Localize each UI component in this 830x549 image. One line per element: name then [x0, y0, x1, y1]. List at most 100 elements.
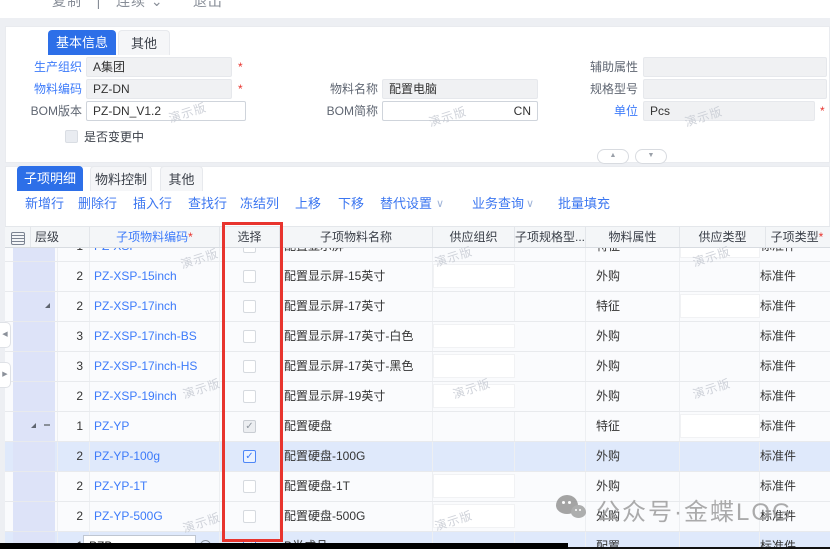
type-cell: 标准件	[760, 442, 828, 471]
collapse-down-button[interactable]: ▼	[635, 149, 667, 164]
material-code-input[interactable]: PZ-DN	[86, 79, 232, 99]
supply-cell	[680, 502, 760, 531]
supply-cell	[680, 352, 760, 381]
spec-model-input[interactable]	[643, 79, 827, 99]
attr-cell: 外购	[586, 472, 680, 501]
child-code-link[interactable]: PZ-YP	[90, 412, 220, 441]
change-checkbox[interactable]	[65, 130, 78, 143]
bom-short-input[interactable]: CN	[382, 101, 538, 121]
expander-icon[interactable]	[5, 412, 58, 441]
table-row[interactable]: 2 PZ-XSP-15inch 配置显示屏-15英寸 外购 标准件	[5, 262, 830, 292]
header-child-type[interactable]: 子项类型*	[766, 227, 828, 247]
expander-icon[interactable]	[5, 292, 58, 321]
expander-cell	[5, 262, 58, 291]
child-code-link[interactable]: PZ-YP-1T	[90, 472, 220, 501]
child-code-link[interactable]: PZ-XSP-19inch	[90, 382, 220, 411]
table-row[interactable]: 2 PZ-XSP-19inch 配置显示屏-19英寸 外购 标准件	[5, 382, 830, 412]
child-code-link[interactable]: PZ-YP-500G	[90, 502, 220, 531]
table-row[interactable]: 2 PZ-YP-1T 配置硬盘-1T 外购 标准件	[5, 472, 830, 502]
child-code-link[interactable]: PZ-XSP-17inch-HS	[90, 352, 220, 381]
child-code-link[interactable]: PZ-YP-100g	[90, 442, 220, 471]
row-checkbox[interactable]	[243, 270, 256, 283]
move-down-button[interactable]: 下移	[338, 194, 364, 214]
row-checkbox[interactable]	[243, 300, 256, 313]
aux-attr-input[interactable]	[643, 57, 827, 77]
table-row[interactable]: 1 PZ-YP 配置硬盘 特征 标准件	[5, 412, 830, 442]
tab-basic-info[interactable]: 基本信息	[48, 30, 116, 55]
row-checkbox[interactable]	[243, 390, 256, 403]
name-cell: 配置显示屏-19英寸	[280, 382, 433, 411]
header-child-name[interactable]: 子项物料名称	[280, 227, 433, 247]
org-cell	[433, 264, 515, 288]
child-code-link[interactable]: PZ-XSP-15inch	[90, 262, 220, 291]
org-cell	[433, 474, 515, 498]
header-supply-type[interactable]: 供应类型	[680, 227, 766, 247]
row-checkbox[interactable]	[243, 360, 256, 373]
expander-cell	[5, 352, 58, 381]
attr-cell: 外购	[586, 262, 680, 291]
expander-cell	[5, 472, 58, 501]
row-checkbox[interactable]	[243, 450, 256, 463]
tab-material-control[interactable]: 物料控制	[90, 166, 152, 191]
row-checkbox[interactable]	[243, 480, 256, 493]
table-row[interactable]: 2 PZ-YP-500G 配置硬盘-500G 外购 标准件	[5, 502, 830, 532]
expander-cell	[5, 442, 58, 471]
row-checkbox[interactable]	[243, 420, 256, 433]
chevron-down-icon[interactable]: ∨	[436, 194, 444, 214]
delete-row-button[interactable]: 删除行	[78, 194, 117, 214]
type-cell: 标准件	[760, 292, 828, 321]
level-cell: 3	[58, 352, 90, 381]
batch-fill-button[interactable]: 批量填充	[558, 194, 610, 214]
add-row-button[interactable]: 新增行	[25, 194, 64, 214]
header-child-code[interactable]: 子项物料编码*	[90, 227, 220, 247]
tab-other-bottom[interactable]: 其他	[160, 166, 203, 191]
row-checkbox[interactable]	[243, 510, 256, 523]
move-up-button[interactable]: 上移	[295, 194, 321, 214]
material-name-input[interactable]: 配置电脑	[382, 79, 538, 99]
child-code-link[interactable]: PZ-XSP-17inch	[90, 292, 220, 321]
bottom-bar	[0, 543, 568, 549]
attr-cell: 特征	[586, 292, 680, 321]
table-row[interactable]: 3 PZ-XSP-17inch-HS 配置显示屏-17英寸-黑色 外购 标准件	[5, 352, 830, 382]
table-row[interactable]: 2 PZ-XSP-17inch 配置显示屏-17英寸 特征 标准件	[5, 292, 830, 322]
level-cell: 2	[58, 262, 90, 291]
business-query-button[interactable]: 业务查询	[472, 194, 524, 214]
table-row[interactable]: 2 PZ-YP-100g 配置硬盘-100G 外购 标准件	[5, 442, 830, 472]
org-cell	[433, 412, 515, 441]
table-row[interactable]: 3 PZ-XSP-17inch-BS 配置显示屏-17英寸-白色 外购 标准件	[5, 322, 830, 352]
unit-input[interactable]: Pcs	[643, 101, 815, 121]
header-material-attr[interactable]: 物料属性	[586, 227, 680, 247]
freeze-column-button[interactable]: 冻结列	[240, 194, 279, 214]
tab-detail[interactable]: 子项明细	[17, 166, 83, 191]
supply-cell	[680, 442, 760, 471]
expander-cell	[5, 322, 58, 351]
header-supply-org[interactable]: 供应组织	[433, 227, 515, 247]
attr-cell: 外购	[586, 382, 680, 411]
pane-collapse-left-button[interactable]: ◀	[0, 322, 11, 348]
insert-row-button[interactable]: 插入行	[133, 194, 172, 214]
header-level[interactable]: 层级	[31, 227, 90, 247]
org-cell	[433, 354, 515, 378]
attr-cell: 外购	[586, 502, 680, 531]
org-cell	[433, 504, 515, 528]
org-cell	[433, 324, 515, 348]
bom-version-label: BOM版本	[12, 101, 82, 121]
pane-expand-right-button[interactable]: ▶	[0, 362, 11, 388]
prod-org-input[interactable]: A集团	[86, 57, 232, 77]
find-row-button[interactable]: 查找行	[188, 194, 227, 214]
type-cell: 标准件	[760, 502, 828, 531]
window-toolbar-text[interactable]: 复制 | 连续 ⌄ 退出	[52, 0, 223, 11]
header-child-spec[interactable]: 子项规格型...	[515, 227, 586, 247]
header-select[interactable]: 选择	[220, 227, 280, 247]
collapse-up-button[interactable]: ▲	[597, 149, 629, 164]
row-checkbox[interactable]	[243, 330, 256, 343]
required-mark: *	[819, 230, 824, 244]
tab-other-top[interactable]: 其他	[118, 30, 170, 55]
substitute-settings-button[interactable]: 替代设置	[380, 194, 432, 214]
child-code-link[interactable]: PZ-XSP-17inch-BS	[90, 322, 220, 351]
select-cell	[220, 412, 280, 441]
level-cell: 2	[58, 442, 90, 471]
chevron-down-icon[interactable]: ∨	[526, 194, 534, 214]
bom-version-input[interactable]: PZ-DN_V1.2	[86, 101, 246, 121]
row-settings-icon[interactable]	[5, 227, 31, 247]
